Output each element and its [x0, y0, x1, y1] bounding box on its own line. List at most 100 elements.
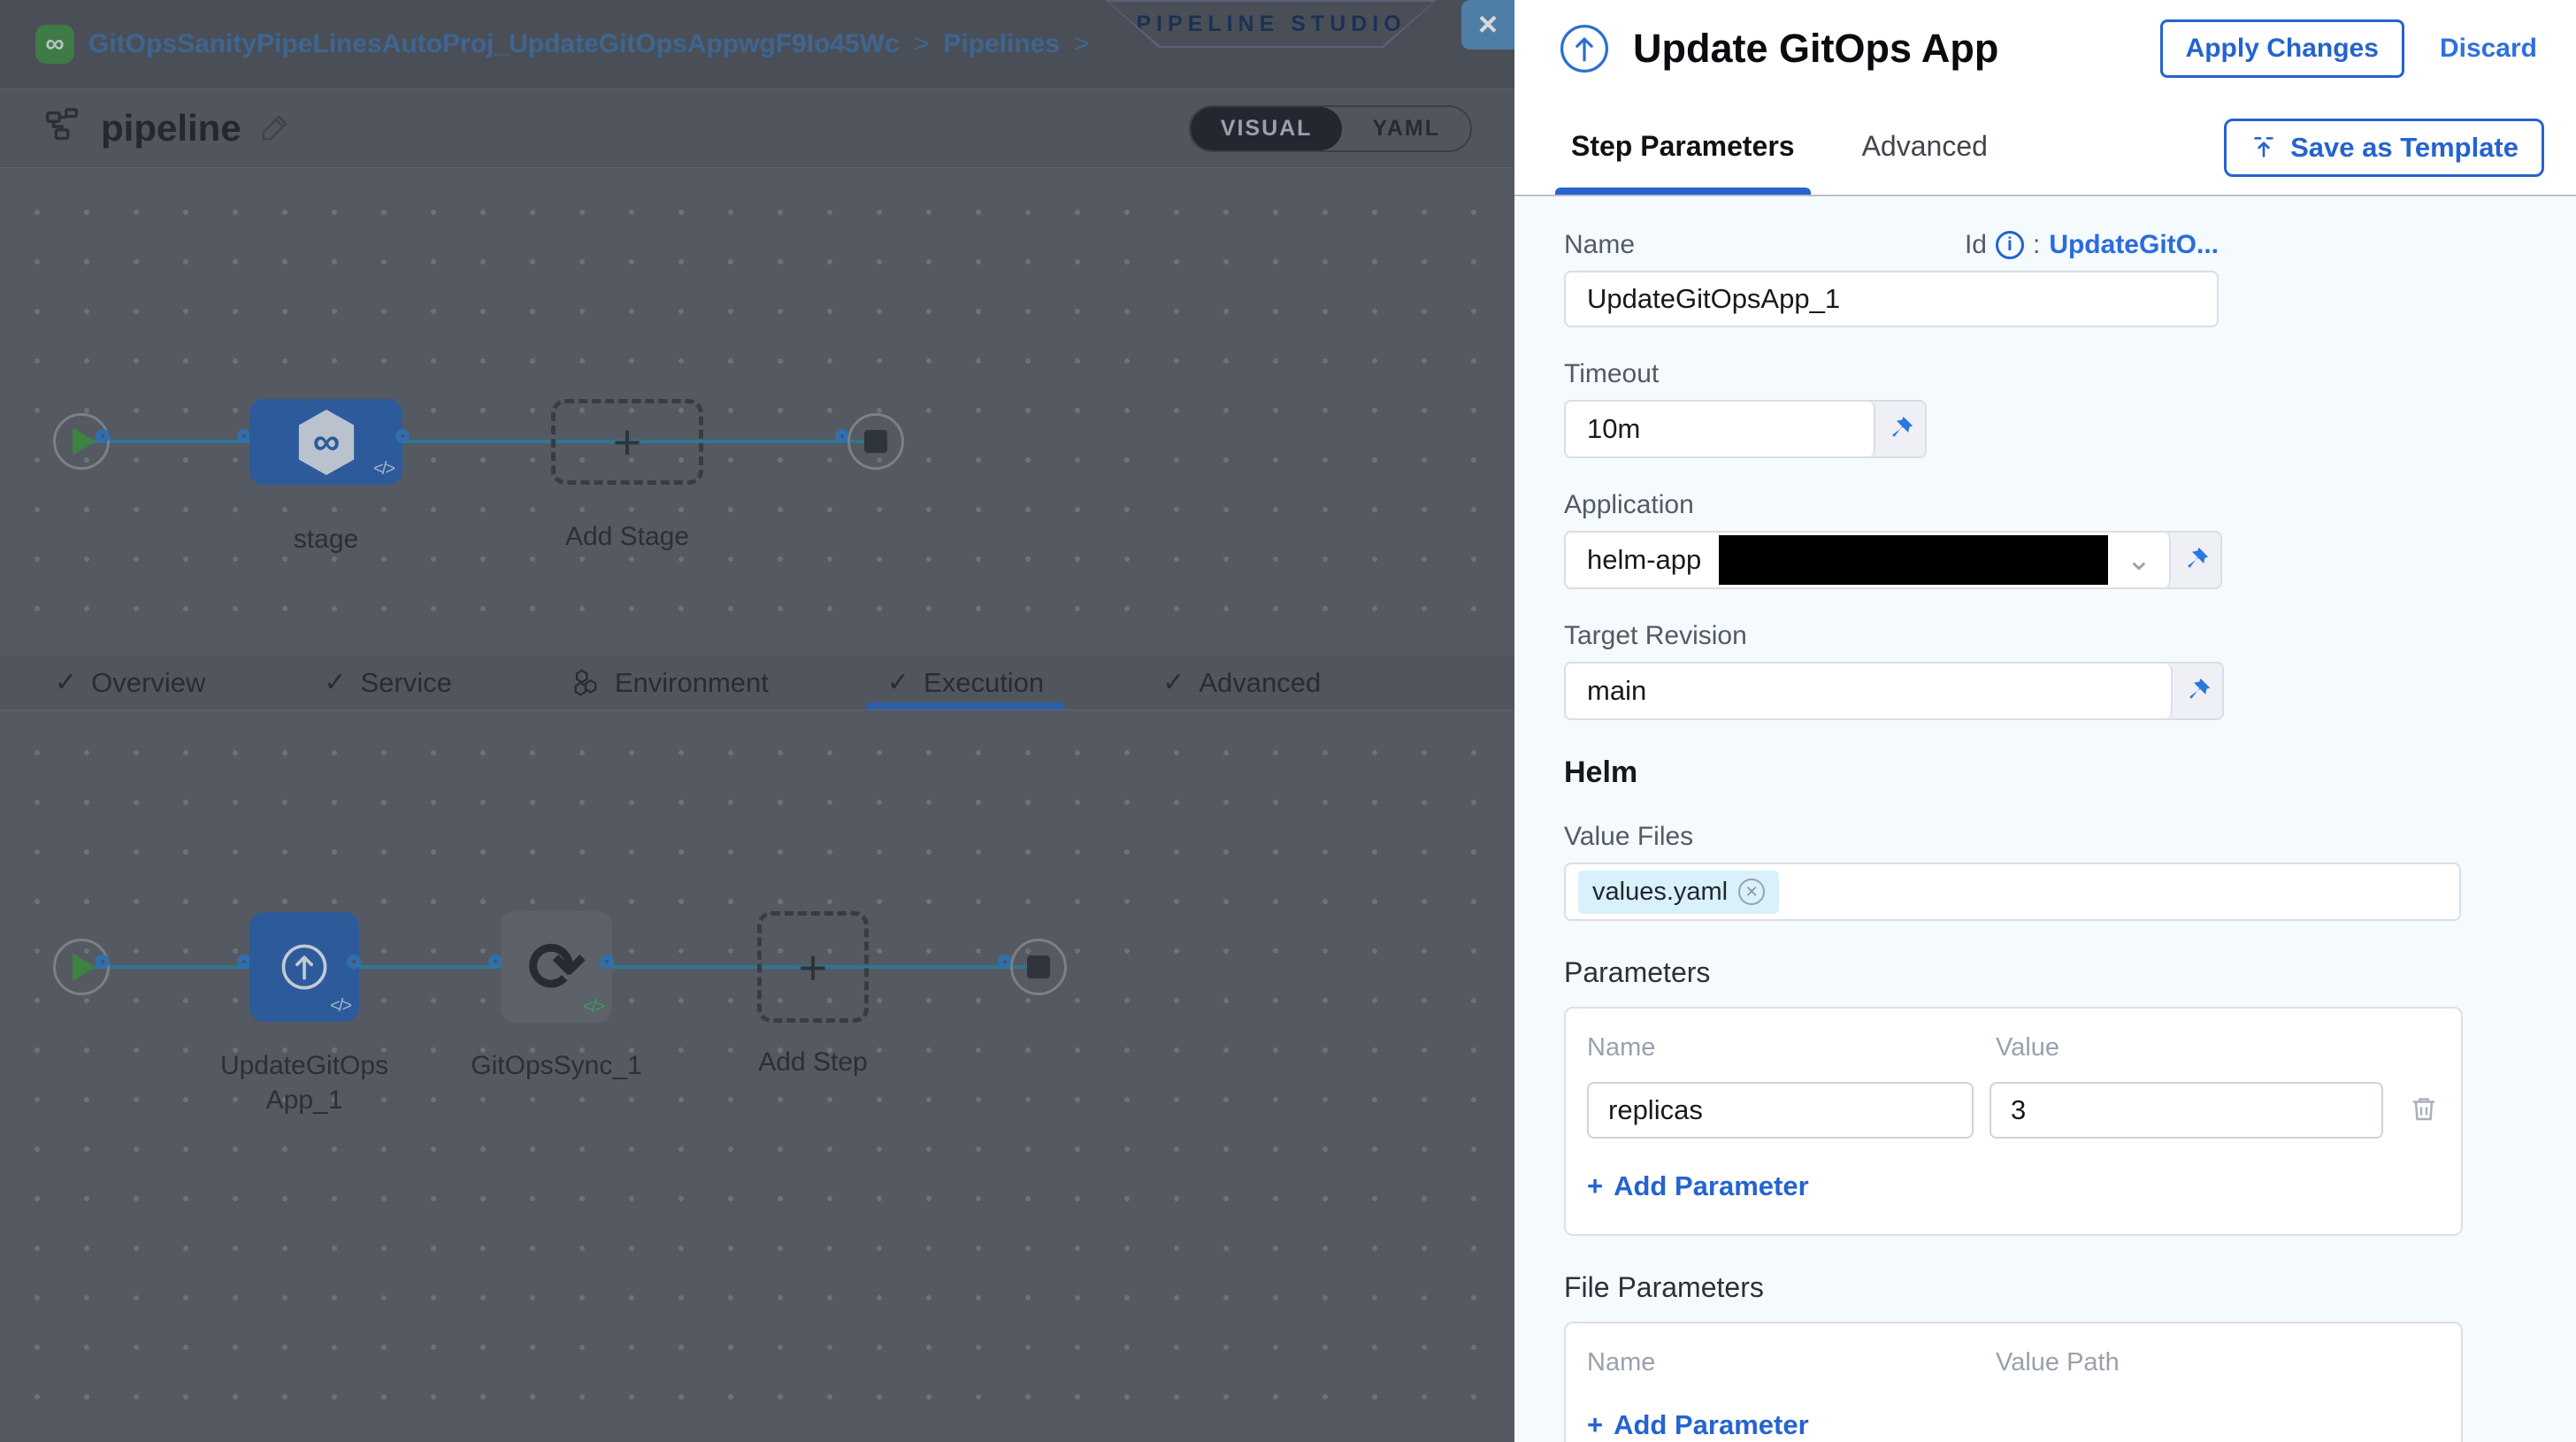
- plus-icon: +: [799, 939, 828, 996]
- play-icon: [73, 427, 96, 456]
- target-revision-pin-button[interactable]: [2173, 663, 2222, 718]
- value-files-label: Value Files: [1564, 822, 2576, 852]
- project-icon: ∞: [35, 25, 74, 64]
- studio-dimmed-area: ∞ GitOpsSanityPipeLinesAutoProj_UpdateGi…: [0, 0, 1514, 1442]
- tab-execution[interactable]: ✓ Execution: [887, 656, 1044, 709]
- tab-environment[interactable]: Environment: [571, 656, 769, 709]
- stop-icon: [864, 430, 887, 453]
- target-revision-field-group: main: [1564, 662, 2224, 720]
- add-stage-button[interactable]: +: [551, 399, 703, 485]
- pipeline-title: pipeline: [101, 107, 242, 150]
- update-gitops-app-icon: [1559, 23, 1610, 74]
- tab-label: Advanced: [1199, 667, 1321, 699]
- breadcrumb-pipelines-link[interactable]: Pipelines: [943, 29, 1060, 59]
- button-label: Save as Template: [2290, 132, 2518, 164]
- delete-parameter-button[interactable]: [2408, 1093, 2440, 1129]
- target-revision-label: Target Revision: [1564, 621, 2576, 651]
- timeout-label: Timeout: [1564, 359, 2576, 389]
- button-label: Add Parameter: [1614, 1409, 1809, 1441]
- connector-dot: [96, 429, 110, 443]
- tab-advanced[interactable]: ✓ Advanced: [1162, 656, 1321, 709]
- apply-changes-button[interactable]: Apply Changes: [2160, 19, 2404, 78]
- add-step-label: Add Step: [724, 1045, 901, 1079]
- sync-icon: ⟳: [527, 932, 585, 1001]
- target-revision-input[interactable]: main: [1566, 663, 2173, 718]
- id-separator: :: [2033, 230, 2040, 260]
- tab-advanced-panel[interactable]: Advanced: [1862, 97, 1988, 195]
- visual-yaml-toggle: VISUAL YAML: [1189, 105, 1472, 152]
- info-icon[interactable]: i: [1996, 231, 2024, 259]
- parameter-name-input[interactable]: replicas: [1587, 1082, 1974, 1139]
- sync-step-label: GitOpsSync_1: [459, 1048, 654, 1083]
- breadcrumb-project-link[interactable]: GitOpsSanityPipeLinesAutoProj_UpdateGitO…: [88, 29, 900, 59]
- plus-icon: +: [1587, 1409, 1603, 1441]
- update-step-label: UpdateGitOpsApp_1: [216, 1048, 393, 1117]
- add-step-button[interactable]: +: [757, 911, 869, 1023]
- toggle-visual-button[interactable]: VISUAL: [1191, 107, 1343, 150]
- tag-label: values.yaml: [1592, 878, 1728, 907]
- step-parameters-form: Name Id i : UpdateGitO... UpdateGitOpsAp…: [1514, 198, 2576, 1442]
- stop-icon: [1027, 955, 1050, 978]
- stage-node[interactable]: ∞ </>: [249, 399, 402, 485]
- plus-icon: +: [613, 413, 642, 471]
- tab-service[interactable]: ✓ Service: [324, 656, 452, 709]
- name-input[interactable]: UpdateGitOpsApp_1: [1564, 271, 2219, 327]
- environment-hexagons-icon: [571, 668, 601, 698]
- code-badge-icon: </>: [373, 459, 394, 479]
- toggle-yaml-button[interactable]: YAML: [1342, 107, 1470, 150]
- edit-pencil-icon[interactable]: [259, 110, 293, 148]
- trash-icon: [2408, 1093, 2440, 1124]
- breadcrumb: ∞ GitOpsSanityPipeLinesAutoProj_UpdateGi…: [35, 25, 1090, 64]
- check-icon: ✓: [1162, 667, 1184, 698]
- remove-tag-icon[interactable]: ✕: [1738, 878, 1765, 905]
- timeout-input[interactable]: 10m: [1566, 402, 1875, 456]
- column-header-value: Value: [1996, 1033, 2059, 1062]
- name-label: Name: [1564, 230, 1635, 260]
- connector-dot: [96, 955, 110, 969]
- redacted-value: [1719, 535, 2108, 585]
- parameters-heading: Parameters: [1564, 956, 2576, 989]
- gitops-sync-step-node[interactable]: ⟳ </>: [501, 911, 612, 1023]
- application-pin-button[interactable]: [2171, 533, 2220, 587]
- pin-icon: [1885, 414, 1915, 444]
- check-icon: ✓: [324, 667, 346, 698]
- tab-label: Step Parameters: [1571, 130, 1795, 163]
- connector-dot: [347, 955, 361, 969]
- id-value-link[interactable]: UpdateGitO...: [2049, 230, 2219, 260]
- application-select[interactable]: helm-app ⌄: [1566, 533, 2171, 587]
- active-tab-underline: [1555, 188, 1811, 195]
- connector-dot: [395, 429, 410, 443]
- value-files-input[interactable]: values.yaml ✕: [1564, 863, 2461, 921]
- discard-button[interactable]: Discard: [2440, 34, 2537, 64]
- tab-overview[interactable]: ✓ Overview: [55, 656, 205, 709]
- panel-header: Update GitOps App Apply Changes Discard: [1514, 0, 2576, 97]
- execution-canvas: </> ⟳ </> + UpdateGitOpsApp_1 GitOpsSync…: [0, 710, 1514, 1442]
- save-as-template-button[interactable]: Save as Template: [2224, 119, 2544, 177]
- stage-node-label: stage: [249, 522, 402, 556]
- tab-label: Advanced: [1862, 130, 1988, 163]
- parameter-value-input[interactable]: 3: [1990, 1082, 2383, 1139]
- tab-step-parameters[interactable]: Step Parameters: [1571, 97, 1795, 195]
- pipeline-studio-badge: PIPELINE STUDIO: [1106, 0, 1437, 48]
- application-value: helm-app: [1587, 544, 1701, 576]
- pin-icon: [2181, 545, 2211, 575]
- column-header-name: Name: [1587, 1033, 1996, 1062]
- check-icon: ✓: [887, 667, 909, 698]
- tab-label: Service: [360, 667, 451, 699]
- update-gitops-app-step-node[interactable]: </>: [249, 912, 359, 1022]
- check-icon: ✓: [55, 667, 77, 698]
- active-tab-underline: [866, 702, 1065, 709]
- chevron-down-icon[interactable]: ⌄: [2127, 542, 2152, 578]
- close-panel-button[interactable]: ×: [1461, 0, 1514, 50]
- timeout-pin-button[interactable]: [1875, 402, 1925, 456]
- add-parameter-button[interactable]: + Add Parameter: [1587, 1170, 2440, 1202]
- step-config-panel: Update GitOps App Apply Changes Discard …: [1514, 0, 2576, 1442]
- pin-icon: [2182, 676, 2212, 706]
- button-label: Add Parameter: [1614, 1170, 1809, 1202]
- parameter-row: replicas 3: [1587, 1082, 2440, 1139]
- timeout-field-group: 10m: [1564, 400, 1927, 458]
- execution-end-node: [1010, 939, 1067, 995]
- add-file-parameter-button[interactable]: + Add Parameter: [1587, 1409, 2440, 1441]
- helm-heading: Helm: [1564, 756, 2576, 790]
- parameters-card: Name Value replicas 3 + Add Parameter: [1564, 1007, 2463, 1236]
